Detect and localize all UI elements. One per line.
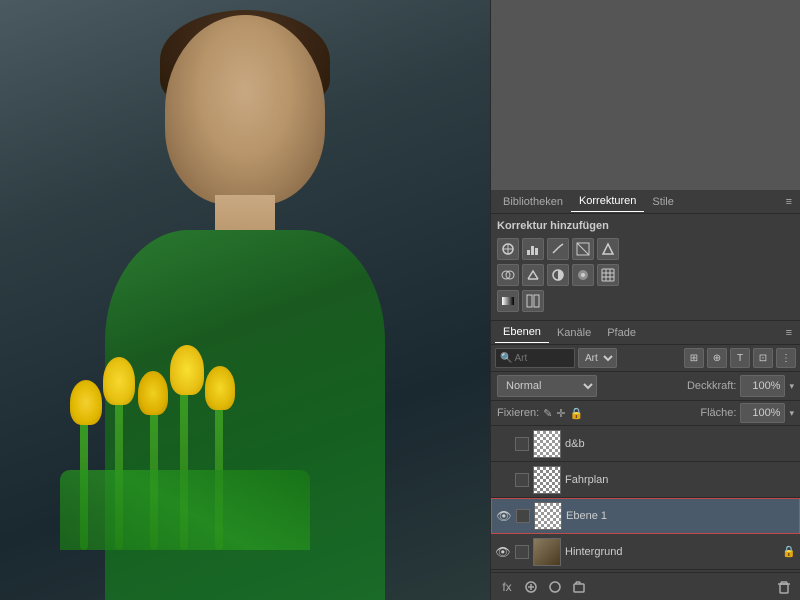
corrections-title: Korrektur hinzufügen [497,220,794,232]
layer-lock-hintergrund: 🔒 [782,545,796,558]
layer-visibility-fahrplan[interactable]: 👁 [495,472,511,488]
right-panel: Bibliotheken Korrekturen Stile ≡ Korrekt… [490,0,800,600]
layer-item-hintergrund[interactable]: 👁 Hintergrund 🔒 [491,534,800,570]
opacity-label: Deckkraft: [687,380,737,392]
blend-mode-dropdown[interactable]: Normal [497,375,597,397]
adjustments-tab-bar: Bibliotheken Korrekturen Stile ≡ [491,190,800,214]
tab-korrekturen[interactable]: Korrekturen [571,191,644,212]
corrections-panel: Korrektur hinzufügen [491,214,800,321]
layer-thumbnail-fahrplan [533,466,561,494]
layer-visibility-ebene1[interactable]: 👁 [496,508,512,524]
area-label: Fläche: [700,407,736,419]
layers-list: 👁 d&b 👁 Fahrplan 👁 [491,426,800,572]
shape-layer-icon[interactable]: ⊡ [753,348,773,368]
fix-lock-icon[interactable]: 🔒 [570,407,584,420]
channel-mixer-icon[interactable] [597,264,619,286]
selective-color-icon[interactable] [522,290,544,312]
layers-tab-bar: Ebenen Kanäle Pfade ≡ [491,321,800,345]
layers-toolbar: 🔍 Art ⊞ ⊕ T ⊡ ⋮ [491,345,800,372]
layer-item-ebene1[interactable]: 👁 Ebene 1 [491,498,800,534]
layer-item-fahrplan[interactable]: 👁 Fahrplan [491,462,800,498]
exposure-icon[interactable] [572,238,594,260]
layer-name-ebene1: Ebene 1 [566,510,795,522]
tab-kanaele[interactable]: Kanäle [549,323,599,343]
more-options-icon[interactable]: ⋮ [776,348,796,368]
layer-checkbox-db[interactable] [515,437,529,451]
fx-button[interactable]: fx [497,577,517,597]
photo-background [0,0,490,600]
corrections-row-1 [497,238,794,260]
layer-visibility-hintergrund[interactable]: 👁 [495,544,511,560]
search-icon: 🔍 [500,353,512,364]
photo-filter-icon[interactable] [572,264,594,286]
area-arrow[interactable]: ▾ [789,408,794,419]
levels-icon[interactable] [522,238,544,260]
fix-label: Fixieren: [497,407,539,419]
person-head [165,15,325,205]
opacity-input[interactable] [740,375,785,397]
tulips-area [60,350,310,550]
black-white-icon[interactable] [547,264,569,286]
layer-name-fahrplan: Fahrplan [565,474,796,486]
tab-ebenen[interactable]: Ebenen [495,322,549,343]
top-preview-area [491,0,800,190]
corrections-row-3 [497,290,794,312]
delete-layer-button[interactable] [774,577,794,597]
tab-bibliotheken[interactable]: Bibliotheken [495,192,571,212]
layers-panel-menu[interactable]: ≡ [782,325,796,341]
new-adjustment-button[interactable] [545,577,565,597]
corrections-row-2 [497,264,794,286]
layer-item-db[interactable]: 👁 d&b [491,426,800,462]
type-layer-icon[interactable]: T [730,348,750,368]
layers-bottom-toolbar: fx [491,572,800,600]
vibrance-icon[interactable] [597,238,619,260]
new-group-button[interactable] [569,577,589,597]
hue-saturation-icon[interactable] [497,264,519,286]
layer-thumbnail-ebene1 [534,502,562,530]
link-layers-icon[interactable]: ⊕ [707,348,727,368]
add-mask-button[interactable] [521,577,541,597]
panels-container: Bibliotheken Korrekturen Stile ≡ Korrekt… [491,190,800,600]
curves-icon[interactable] [547,238,569,260]
layer-kind-dropdown[interactable]: Art [578,348,617,368]
fix-row: Fixieren: ✎ ✛ 🔒 Fläche: ▾ [491,401,800,426]
color-balance-icon[interactable] [522,264,544,286]
layer-visibility-db[interactable]: 👁 [495,436,511,452]
gradient-map-icon[interactable] [497,290,519,312]
blend-opacity-row: Normal Deckkraft: ▾ [491,372,800,401]
layer-name-hintergrund: Hintergrund [565,546,778,558]
fix-draw-icon[interactable]: ✎ [543,407,552,420]
new-group-icon[interactable]: ⊞ [684,348,704,368]
tab-stile[interactable]: Stile [644,192,681,212]
layer-thumbnail-hintergrund [533,538,561,566]
fix-move-icon[interactable]: ✛ [556,407,565,420]
layer-checkbox-fahrplan[interactable] [515,473,529,487]
layer-checkbox-ebene1[interactable] [516,509,530,523]
tab-pfade[interactable]: Pfade [599,323,644,343]
adjustments-panel-menu[interactable]: ≡ [782,194,796,210]
layer-thumbnail-db [533,430,561,458]
opacity-arrow[interactable]: ▾ [789,381,794,392]
layer-name-db: d&b [565,438,796,450]
layers-search-input[interactable] [514,353,574,364]
layers-search-box: 🔍 [495,348,575,368]
area-input[interactable] [740,403,785,423]
canvas-area [0,0,490,600]
layer-checkbox-hintergrund[interactable] [515,545,529,559]
brightness-contrast-icon[interactable] [497,238,519,260]
